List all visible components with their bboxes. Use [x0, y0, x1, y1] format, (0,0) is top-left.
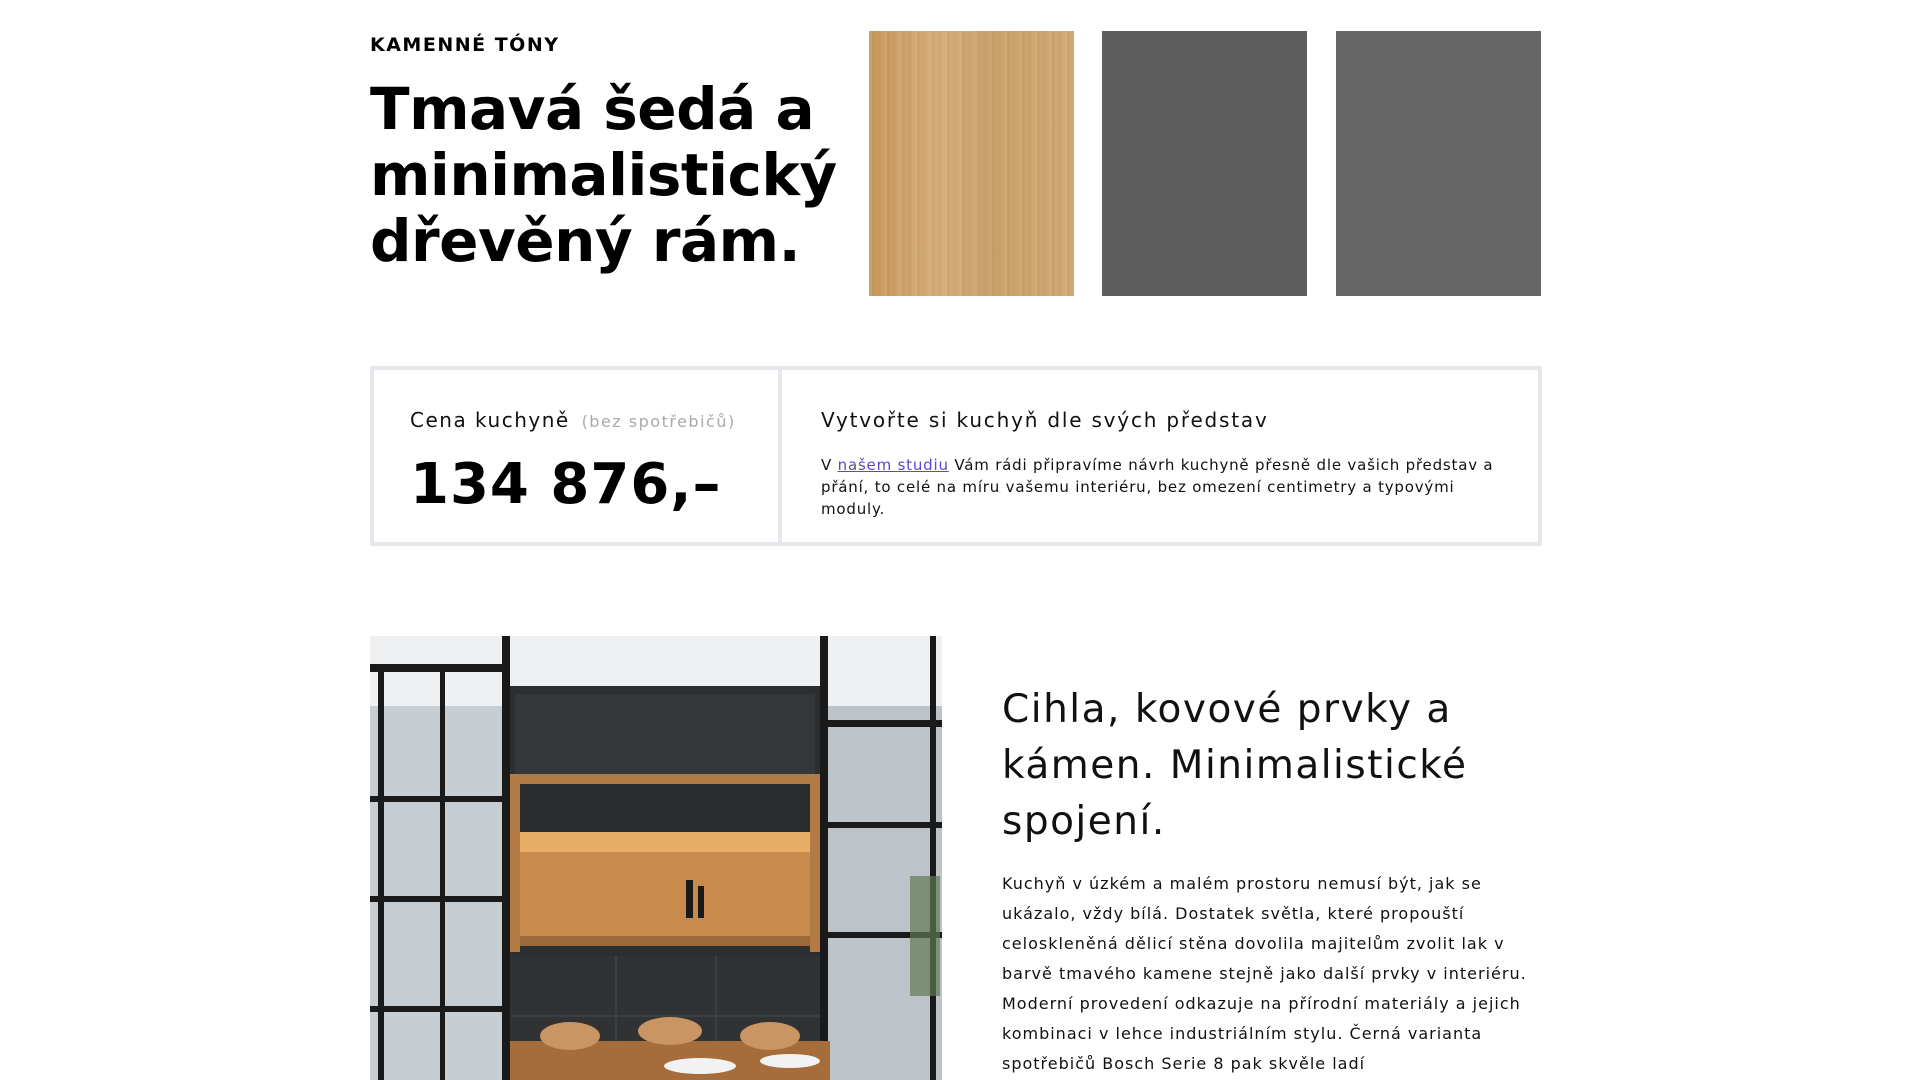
design-info-title: Vytvořte si kuchyň dle svých představ [821, 408, 1269, 432]
grey-swatch [1336, 31, 1541, 296]
info-text-before: V [821, 456, 838, 474]
section-eyebrow: KAMENNÉ TÓNY [370, 34, 560, 56]
price-cell: Cena kuchyně (bez spotřebičů) 134 876,– [374, 370, 782, 542]
kitchen-photo-illustration [370, 636, 942, 1080]
kitchen-photo [370, 636, 942, 1080]
price-info-box: Cena kuchyně (bez spotřebičů) 134 876,– … [370, 366, 1542, 546]
studio-link[interactable]: našem studiu [838, 456, 949, 474]
page: KAMENNÉ TÓNY Tmavá šedá a minimalistický… [0, 0, 1924, 1080]
feature-heading: Cihla, kovové prvky a kámen. Minimalisti… [1002, 687, 1468, 844]
price-value: 134 876,– [410, 452, 722, 517]
price-label: Cena kuchyně [410, 408, 570, 432]
dark-grey-swatch [1102, 31, 1307, 296]
price-note: (bez spotřebičů) [581, 412, 736, 431]
price-label-row: Cena kuchyně (bez spotřebičů) [410, 408, 778, 432]
design-info-text: V našem studiu Vám rádi připravíme návrh… [821, 454, 1508, 520]
wood-oak-swatch [869, 31, 1074, 296]
feature-body: Kuchyň v úzkém a malém prostoru nemusí b… [1002, 874, 1527, 1073]
section-headline: Tmavá šedá a minimalistický dřevěný rám. [370, 75, 837, 275]
design-info-cell: Vytvořte si kuchyň dle svých představ V … [782, 370, 1538, 542]
